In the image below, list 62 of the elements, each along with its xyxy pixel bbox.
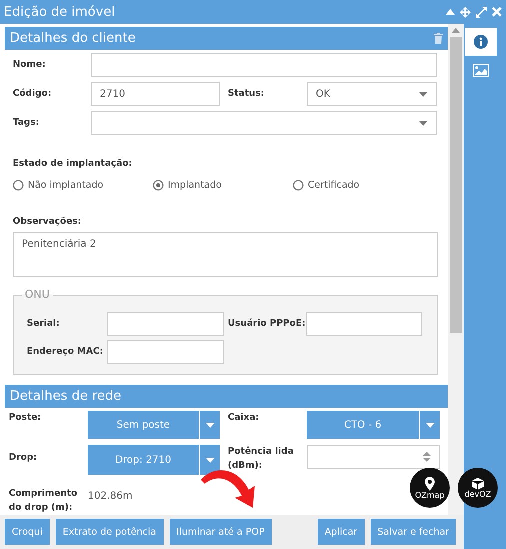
caret-icon xyxy=(206,422,214,428)
move-icon[interactable] xyxy=(460,6,471,18)
radio-button[interactable] xyxy=(13,180,24,191)
action-button[interactable]: Croqui xyxy=(5,519,50,545)
window-title: Edição de imóvel xyxy=(4,4,116,20)
scrollbar[interactable] xyxy=(448,24,464,515)
trash-icon[interactable] xyxy=(434,33,443,44)
field-label: Observações: xyxy=(13,217,82,227)
caret-icon xyxy=(206,458,214,462)
field-label: Serial: xyxy=(27,318,61,331)
logo-text: devOZ xyxy=(464,490,492,498)
radio-button[interactable] xyxy=(293,180,304,191)
dropdown-button[interactable]: CTO - 6 xyxy=(307,411,440,439)
length-value: 102.86m xyxy=(88,491,134,502)
radio-label: Certificado xyxy=(308,180,360,191)
field-label: Estado de implantação: xyxy=(13,159,132,169)
field-label: Código: xyxy=(13,88,53,101)
section-title: Detalhes do cliente xyxy=(10,31,136,46)
cube-icon xyxy=(472,478,484,490)
select-field[interactable]: OK xyxy=(307,82,437,106)
action-button[interactable]: Aplicar xyxy=(318,519,365,545)
field-label: Usuário PPPoE: xyxy=(227,318,306,331)
collapse-icon[interactable] xyxy=(446,9,455,15)
radio-label: Implantado xyxy=(168,180,222,191)
info-icon xyxy=(474,35,488,49)
side-tab[interactable] xyxy=(465,28,497,56)
scroll-up-icon[interactable] xyxy=(452,28,460,33)
field-label: Tags: xyxy=(13,117,40,130)
radio-label: Não implantado xyxy=(28,180,104,191)
input-field[interactable] xyxy=(107,340,224,364)
field-label: Status: xyxy=(227,88,266,101)
notes-field[interactable]: Penitenciária 2 xyxy=(13,232,438,277)
field-label: Caixa: xyxy=(227,412,260,425)
pin-icon xyxy=(425,476,435,490)
caret-icon xyxy=(419,92,428,96)
field-label: Nome: xyxy=(13,59,47,72)
close-icon[interactable] xyxy=(492,7,502,17)
field-label: Endereço MAC: xyxy=(27,346,104,359)
caret-icon xyxy=(426,422,434,428)
input-field[interactable] xyxy=(91,53,437,77)
action-button[interactable]: Salvar e fechar xyxy=(370,519,456,545)
field-label: Poste: xyxy=(9,412,42,425)
select-field[interactable] xyxy=(91,111,437,135)
number-field[interactable] xyxy=(307,445,440,469)
image-icon xyxy=(473,64,489,76)
input-field[interactable]: 2710 xyxy=(91,82,220,106)
field-label: Potência lida (dBm): xyxy=(227,446,295,473)
logo-text: OZmap xyxy=(415,490,445,500)
expand-icon[interactable] xyxy=(476,6,487,18)
dropdown-button[interactable]: Sem poste xyxy=(88,411,220,439)
action-button[interactable]: Iluminar até a POP xyxy=(170,519,272,545)
panel-legend: ONU xyxy=(22,288,53,301)
input-field[interactable] xyxy=(306,312,422,336)
dropdown-button[interactable]: Drop: 2710 xyxy=(88,445,220,475)
spinner-icon[interactable] xyxy=(423,451,431,463)
section-title: Detalhes de rede xyxy=(10,389,122,404)
field-label: Drop: xyxy=(9,452,38,465)
caret-icon xyxy=(419,120,428,126)
input-field[interactable] xyxy=(107,312,224,336)
field-label: Comprimento do drop (m): xyxy=(9,488,79,515)
radio-button[interactable] xyxy=(153,180,164,191)
action-button[interactable]: Extrato de potência xyxy=(56,519,164,545)
